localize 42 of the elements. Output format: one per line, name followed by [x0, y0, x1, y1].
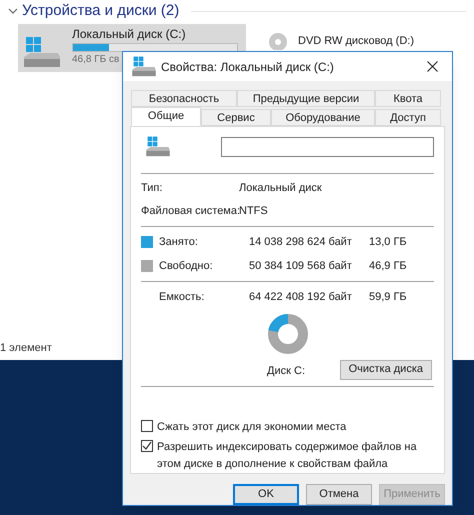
tab[interactable]: Доступ	[375, 109, 441, 126]
name-input-field[interactable]	[221, 137, 434, 157]
checkbox[interactable]	[141, 440, 153, 452]
info-label: Файловая система:	[141, 204, 239, 218]
hard-drive-icon	[145, 135, 171, 159]
capacity-size: 59,9 ГБ	[369, 290, 407, 305]
usage-size: 46,9 ГБ	[369, 258, 407, 274]
usage-bytes: 50 384 109 568 байт	[249, 258, 353, 274]
checkbox-label: Сжать этот диск для экономии места	[157, 420, 348, 434]
checkmark-icon	[142, 441, 152, 451]
info-label: Тип:	[141, 181, 164, 196]
info-value: Локальный диск	[239, 181, 322, 196]
group-header: Устройства и диски (2)	[22, 0, 180, 21]
usage-bytes: 14 038 298 624 байт	[249, 235, 353, 250]
chevron-down-icon[interactable]	[8, 7, 18, 15]
dvd-drive-icon	[266, 32, 290, 50]
disk-label: Диск C:	[266, 364, 306, 379]
dialog-button[interactable]: OK	[233, 484, 299, 505]
status-bar-text: 1 элемент	[0, 343, 52, 354]
usage-size: 13,0 ГБ	[369, 235, 407, 250]
close-icon	[426, 61, 438, 72]
tab[interactable]: Общие	[131, 107, 201, 126]
info-value: NTFS	[239, 204, 268, 218]
tab[interactable]: Предыдущие версии	[237, 90, 375, 107]
checkbox-label: Разрешить индексировать содержимое файлов на этом диске в дополнение к свойствам файла	[157, 440, 418, 472]
capacity-label: Емкость:	[159, 290, 206, 305]
tab[interactable]: Безопасность	[131, 90, 237, 107]
capacity-bytes: 64 422 408 192 байт	[249, 290, 353, 305]
disk-usage-donut	[266, 312, 310, 356]
usage-label: Свободно:	[159, 258, 214, 274]
free-space-text: 46,8 ГБ св	[72, 54, 120, 66]
drive-item[interactable]: DVD RW дисковод (D:)	[258, 24, 422, 50]
tab[interactable]: Квота	[375, 90, 441, 107]
tab[interactable]: Сервис	[201, 109, 271, 126]
disk-cleanup-button[interactable]: Очистка диска	[340, 360, 432, 380]
checkbox[interactable]	[141, 420, 153, 432]
hard-drive-icon	[131, 54, 157, 78]
drive-name: Локальный диск (C:)	[72, 27, 187, 41]
dialog-button[interactable]: Отмена	[306, 484, 372, 505]
drive-name: DVD RW дисковод (D:)	[298, 34, 414, 48]
usage-label: Занято:	[159, 235, 199, 250]
tab[interactable]: Оборудование	[271, 109, 375, 126]
